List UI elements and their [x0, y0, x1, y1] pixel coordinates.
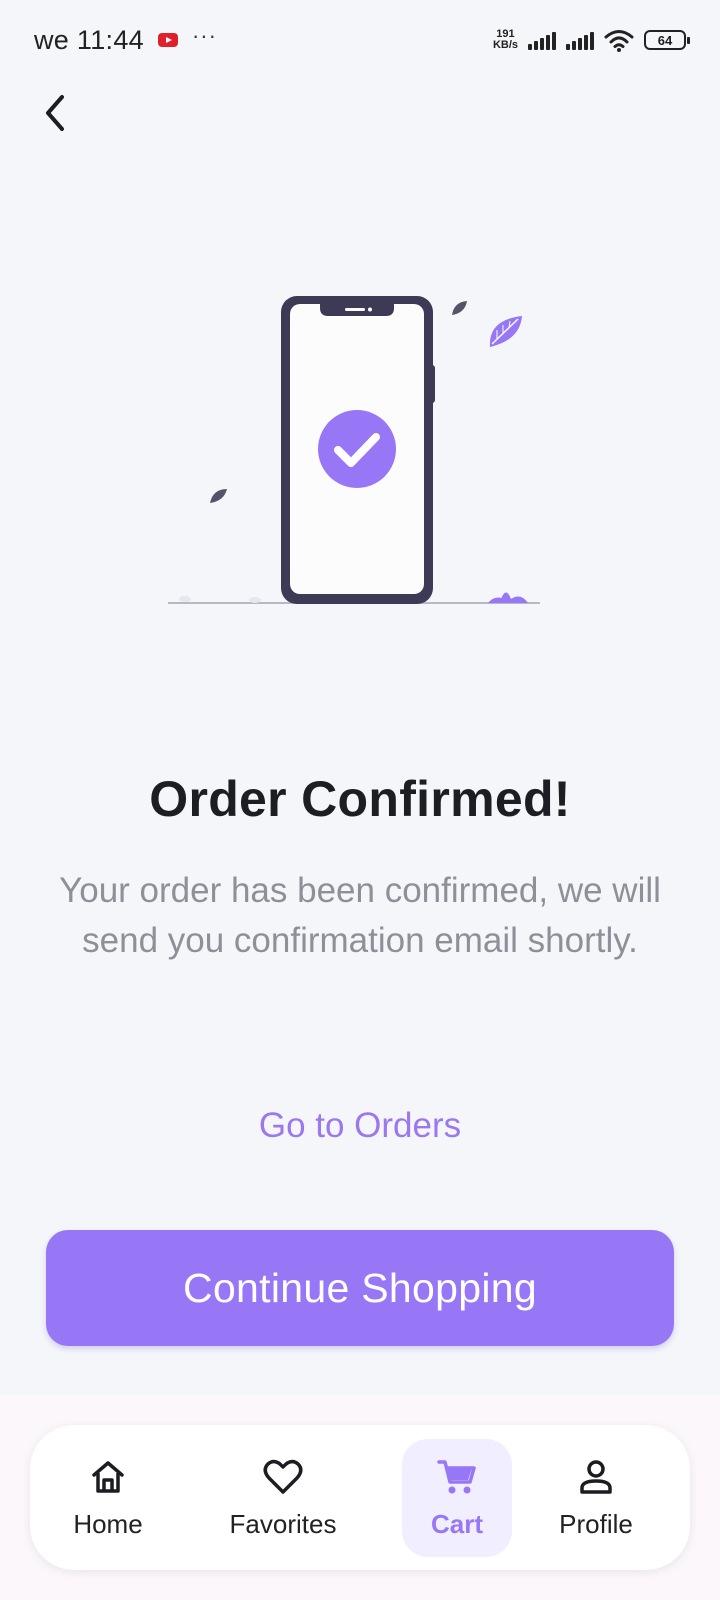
- cart-icon: [437, 1457, 477, 1497]
- order-confirmed-illustration: [168, 296, 540, 604]
- nav-item-home[interactable]: Home: [52, 1439, 164, 1557]
- plant-icon: [488, 592, 528, 603]
- continue-shopping-button[interactable]: Continue Shopping: [46, 1230, 674, 1346]
- nav-item-cart[interactable]: Cart: [402, 1439, 512, 1557]
- page-title: Order Confirmed!: [149, 771, 571, 827]
- more-notifications-icon: ···: [191, 23, 217, 48]
- wifi-icon: [604, 30, 634, 52]
- leaf-icon: [489, 316, 522, 347]
- confirmation-message: Your order has been confirmed, we will s…: [59, 871, 661, 960]
- nav-label-home: Home: [73, 1508, 143, 1539]
- signal-2-icon: [566, 30, 594, 50]
- battery-icon: 64: [644, 30, 690, 50]
- nav-item-profile[interactable]: Profile: [540, 1439, 652, 1557]
- network-speed-unit: KB/s: [492, 39, 518, 51]
- signal-icon: [528, 30, 556, 50]
- network-speed: 191 KB/s: [493, 29, 518, 51]
- check-circle-icon: [318, 410, 396, 488]
- chevron-left-icon: [46, 95, 64, 131]
- nav-label-profile: Profile: [559, 1508, 633, 1539]
- home-icon: [89, 1457, 127, 1497]
- bottom-nav: Home Favorites Cart Profile: [30, 1425, 690, 1570]
- youtube-notification-icon: [157, 33, 178, 47]
- nav-label-favorites: Favorites: [229, 1508, 337, 1539]
- status-right: 191 KB/s 64: [493, 28, 690, 52]
- status-left: we 11:44 ···: [34, 23, 217, 56]
- battery-level: 64: [657, 32, 673, 48]
- nav-label-cart: Cart: [430, 1508, 483, 1539]
- heart-icon: [263, 1457, 303, 1497]
- status-bar: we 11:44 ··· 191 KB/s 64: [0, 0, 720, 80]
- go-to-orders-link[interactable]: Go to Orders: [210, 1100, 510, 1152]
- status-time: we 11:44: [34, 24, 144, 55]
- person-icon: [578, 1457, 614, 1497]
- back-button[interactable]: [30, 88, 80, 138]
- nav-item-favorites[interactable]: Favorites: [212, 1439, 354, 1557]
